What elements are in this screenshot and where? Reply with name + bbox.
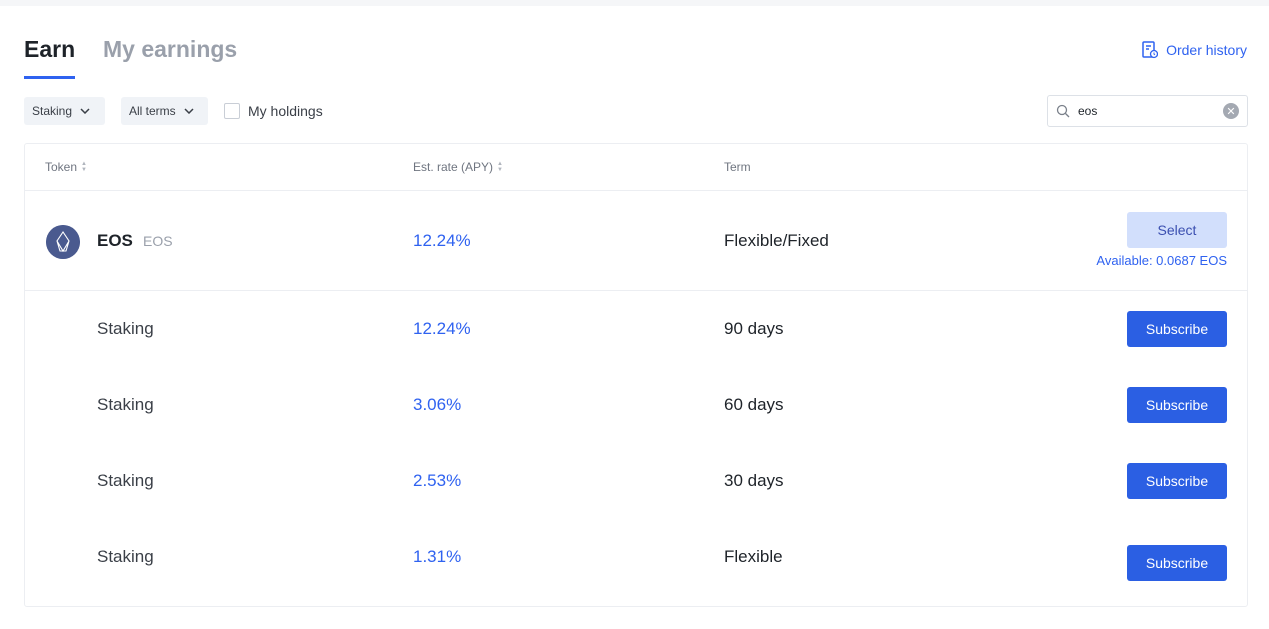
product-type: Staking [97, 395, 154, 414]
available-balance: Available: 0.0687 EOS [1096, 253, 1227, 268]
product-term: 30 days [724, 471, 784, 490]
my-holdings-checkbox[interactable] [224, 103, 240, 119]
token-rate: 12.24% [413, 231, 471, 250]
product-type: Staking [97, 319, 154, 338]
subscribe-button[interactable]: Subscribe [1127, 463, 1227, 499]
order-history-icon [1142, 41, 1159, 59]
sort-icon: ▲ ▼ [497, 161, 503, 173]
product-rate: 3.06% [413, 395, 462, 414]
header-token-label: Token [45, 160, 78, 174]
product-term: 60 days [724, 395, 784, 414]
subscribe-button[interactable]: Subscribe [1127, 311, 1227, 347]
order-history-label: Order history [1166, 42, 1247, 58]
term-filter[interactable]: All terms [121, 97, 208, 125]
divider [25, 290, 1247, 291]
products-table: Token ▲ ▼ Est. rate (APY) ▲ ▼ Term EOS EOS 1… [24, 143, 1248, 607]
product-term: Flexible [724, 547, 783, 566]
search-box: ✕ [1047, 95, 1248, 127]
subscribe-button[interactable]: Subscribe [1127, 387, 1227, 423]
product-rate: 1.31% [413, 547, 462, 566]
eos-logo-icon [46, 225, 80, 259]
token-name: EOS [97, 231, 133, 250]
chevron-down-icon [80, 108, 90, 114]
token-symbol: EOS [143, 233, 173, 249]
search-input[interactable] [1078, 104, 1215, 118]
term-filter-value: All terms [129, 104, 176, 118]
select-button[interactable]: Select [1127, 212, 1227, 248]
order-history-link[interactable]: Order history [1142, 41, 1247, 59]
product-filter[interactable]: Staking [24, 97, 105, 125]
top-strip [0, 0, 1269, 6]
search-icon [1056, 104, 1070, 118]
divider [25, 190, 1247, 191]
header-term-label: Term [724, 160, 751, 174]
product-type: Staking [97, 471, 154, 490]
product-rate: 2.53% [413, 471, 462, 490]
my-holdings-label[interactable]: My holdings [248, 103, 323, 119]
header-token[interactable]: Token ▲ ▼ [45, 160, 87, 174]
product-filter-value: Staking [32, 104, 73, 118]
product-term: 90 days [724, 319, 784, 338]
tab-my-earnings[interactable]: My earnings [103, 36, 237, 63]
sort-icon: ▲ ▼ [81, 161, 87, 173]
subscribe-button[interactable]: Subscribe [1127, 545, 1227, 581]
tab-earn[interactable]: Earn [24, 36, 76, 79]
header-term: Term [724, 160, 751, 174]
header-rate-label: Est. rate (APY) [413, 160, 494, 174]
clear-search-icon[interactable]: ✕ [1223, 103, 1239, 119]
product-rate: 12.24% [413, 319, 471, 338]
product-type: Staking [97, 547, 154, 566]
header-rate[interactable]: Est. rate (APY) ▲ ▼ [413, 160, 503, 174]
token-term: Flexible/Fixed [724, 231, 829, 250]
chevron-down-icon [184, 108, 194, 114]
